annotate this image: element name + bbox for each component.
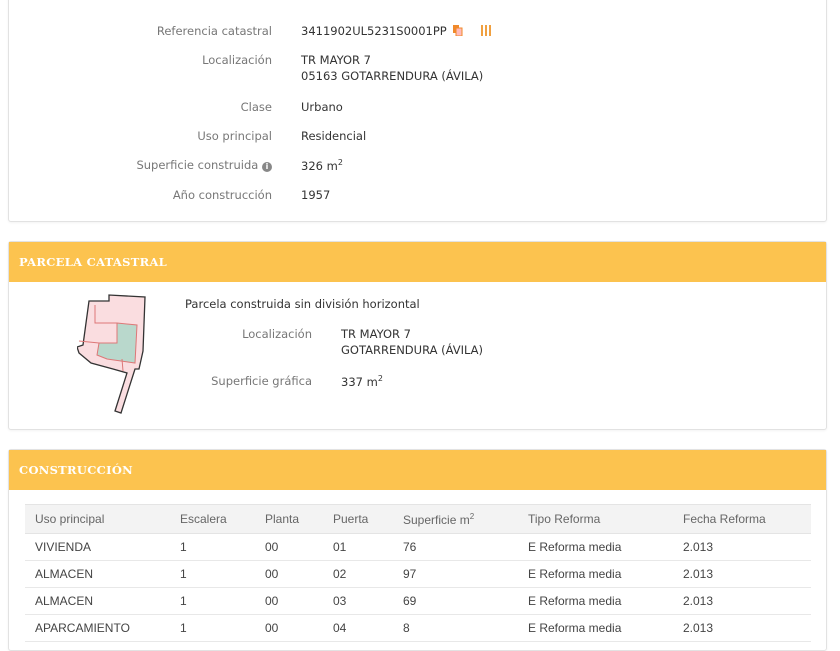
cell-escalera: 1 <box>170 587 255 615</box>
cell-planta: 00 <box>255 614 323 642</box>
cell-uso: APARCAMIENTO <box>25 614 170 642</box>
cell-fecha-reforma: 2.013 <box>673 533 811 561</box>
parcela-loc-label: Localización <box>242 327 312 341</box>
cell-uso: ALMACEN <box>25 560 170 588</box>
cell-puerta: 01 <box>323 533 393 561</box>
table-row: ALMACEN 1 00 03 69 E Reforma media 2.013 <box>25 587 811 615</box>
uso-value: Residencial <box>301 129 367 143</box>
cell-puerta: 03 <box>323 587 393 615</box>
cell-tipo-reforma: E Reforma media <box>518 587 673 615</box>
cell-planta: 00 <box>255 560 323 588</box>
col-uso: Uso principal <box>25 504 170 534</box>
col-escalera: Escalera <box>170 504 255 534</box>
col-superficie: Superficie m2 <box>393 504 518 534</box>
cell-escalera: 1 <box>170 614 255 642</box>
copy-icon[interactable] <box>453 25 463 36</box>
parcela-sup-value: 337 m2 <box>341 374 383 389</box>
parcela-loc-value: TR MAYOR 7 <box>341 327 411 341</box>
cell-uso: VIVIENDA <box>25 533 170 561</box>
parcela-loc-value-2: GOTARRENDURA (ÁVILA) <box>341 343 484 357</box>
cell-superficie: 8 <box>393 614 518 642</box>
ref-text[interactable]: 3411902UL5231S0001PP <box>301 24 447 38</box>
loc-label: Localización <box>202 53 272 67</box>
loc-value-2: 05163 GOTARRENDURA (ÁVILA) <box>301 69 484 83</box>
col-superficie-text: Superficie m <box>403 512 470 527</box>
parcela-sup-label: Superficie gráfica <box>211 374 312 388</box>
cell-puerta: 02 <box>323 560 393 588</box>
parcela-sup-number: 337 m <box>341 374 378 389</box>
unit-sup: 2 <box>377 374 383 383</box>
superficie-label: Superficie construida i <box>136 158 272 172</box>
ref-value: 3411902UL5231S0001PP <box>301 24 492 38</box>
barcode-icon[interactable] <box>481 25 492 36</box>
table-row: ALMACEN 1 00 02 97 E Reforma media 2.013 <box>25 560 811 588</box>
ref-label: Referencia catastral <box>156 24 272 38</box>
unit-sup: 2 <box>337 158 343 167</box>
clase-label: Clase <box>240 100 272 114</box>
cell-fecha-reforma: 2.013 <box>673 614 811 642</box>
parcela-card: PARCELA CATASTRAL Parcela construida sin… <box>8 241 827 430</box>
anio-value: 1957 <box>301 188 331 202</box>
inmueble-card: Referencia catastral 3411902UL5231S0001P… <box>8 0 827 222</box>
construccion-title: CONSTRUCCIÓN <box>9 450 826 490</box>
cell-fecha-reforma: 2.013 <box>673 587 811 615</box>
table-row: APARCAMIENTO 1 00 04 8 E Reforma media 2.013 <box>25 614 811 642</box>
cell-uso: ALMACEN <box>25 587 170 615</box>
cell-superficie: 69 <box>393 587 518 615</box>
superficie-value: 326 m2 <box>301 158 343 173</box>
cell-escalera: 1 <box>170 560 255 588</box>
superficie-number: 326 m <box>301 158 338 173</box>
col-fecha-reforma: Fecha Reforma <box>673 504 811 534</box>
parcel-map-icon[interactable] <box>77 293 152 418</box>
cell-tipo-reforma: E Reforma media <box>518 533 673 561</box>
cell-fecha-reforma: 2.013 <box>673 560 811 588</box>
cell-escalera: 1 <box>170 533 255 561</box>
superficie-label-text: Superficie construida <box>136 158 259 172</box>
loc-value: TR MAYOR 7 <box>301 53 371 67</box>
cell-tipo-reforma: E Reforma media <box>518 614 673 642</box>
cell-tipo-reforma: E Reforma media <box>518 560 673 588</box>
cell-planta: 00 <box>255 587 323 615</box>
table-header-row: Uso principal Escalera Planta Puerta Sup… <box>25 504 811 534</box>
unit-sup: 2 <box>469 511 475 521</box>
cell-planta: 00 <box>255 533 323 561</box>
parcela-description: Parcela construida sin división horizont… <box>185 297 420 311</box>
cell-superficie: 97 <box>393 560 518 588</box>
col-tipo-reforma: Tipo Reforma <box>518 504 673 534</box>
construccion-card: CONSTRUCCIÓN Uso principal Escalera Plan… <box>8 449 827 651</box>
table-row: VIVIENDA 1 00 01 76 E Reforma media 2.013 <box>25 533 811 561</box>
uso-label: Uso principal <box>197 129 272 143</box>
anio-label: Año construcción <box>172 188 272 202</box>
clase-value: Urbano <box>301 100 343 114</box>
col-puerta: Puerta <box>323 504 393 534</box>
parcela-title: PARCELA CATASTRAL <box>9 242 826 282</box>
cell-puerta: 04 <box>323 614 393 642</box>
construccion-table: Uso principal Escalera Planta Puerta Sup… <box>25 504 811 642</box>
info-icon[interactable]: i <box>262 162 272 172</box>
col-planta: Planta <box>255 504 323 534</box>
cell-superficie: 76 <box>393 533 518 561</box>
